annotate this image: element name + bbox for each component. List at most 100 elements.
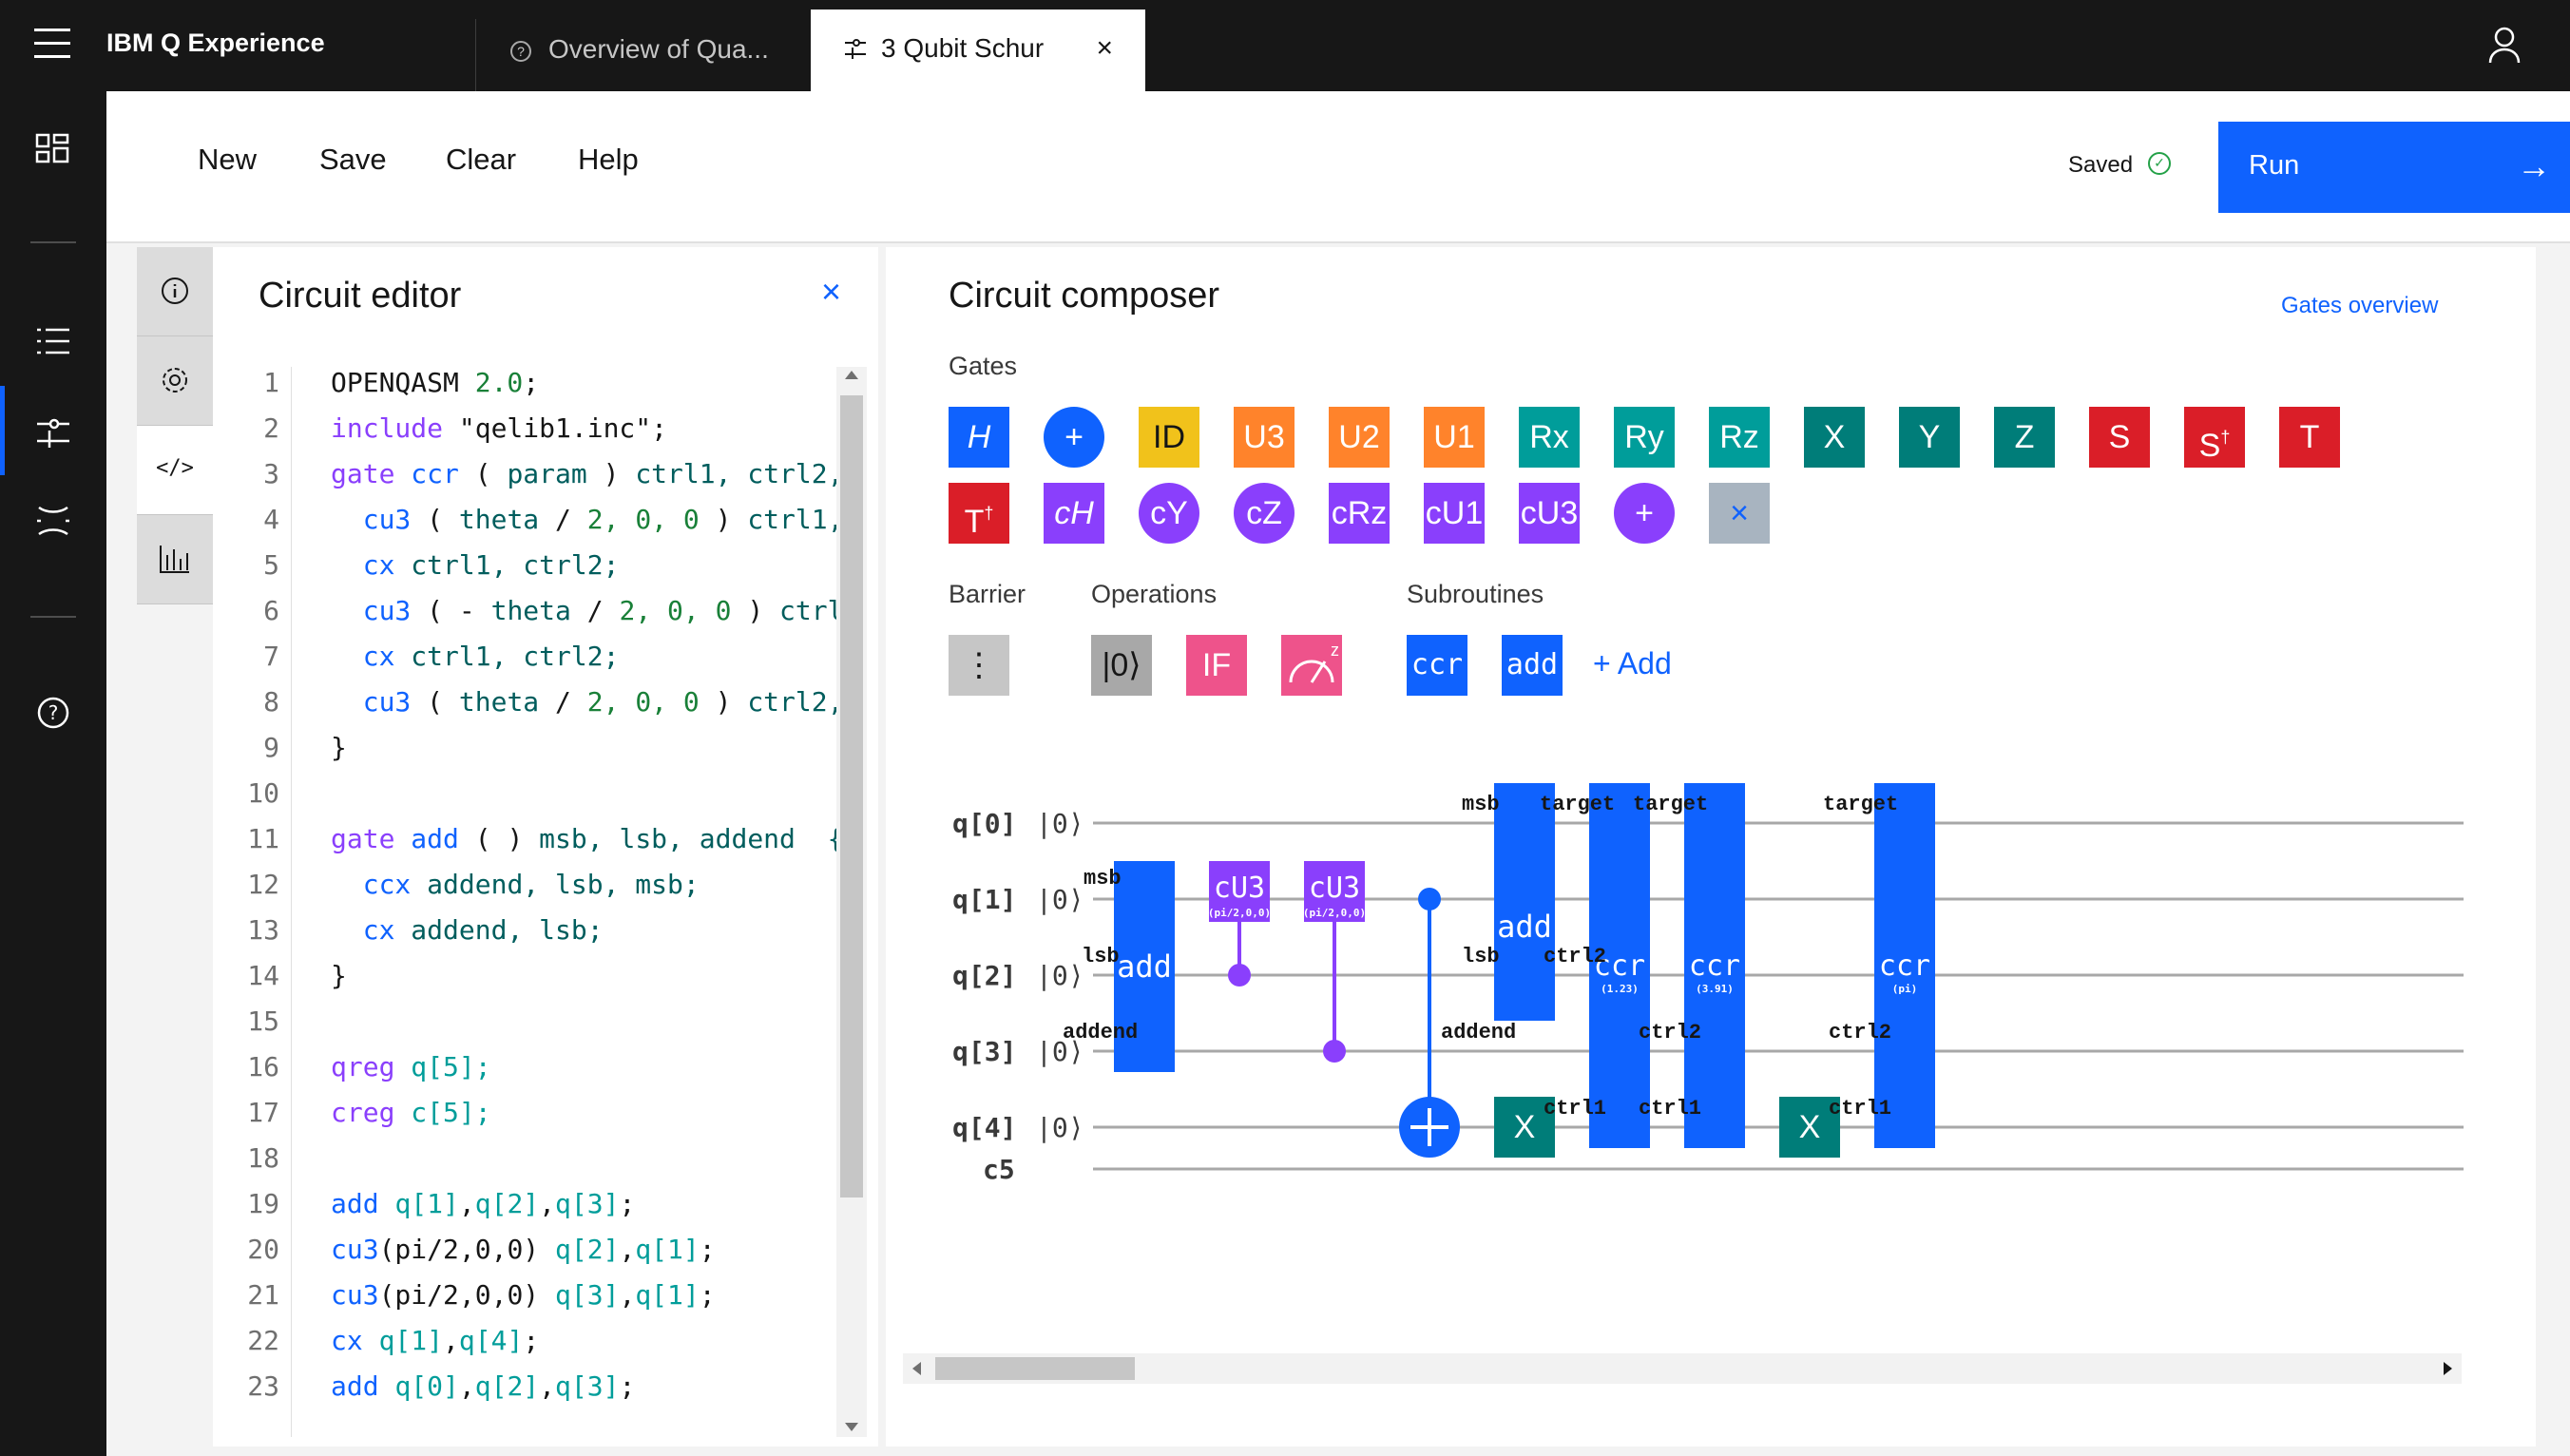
code-line[interactable]: 9} xyxy=(213,732,836,777)
reset-op[interactable]: |0⟩ xyxy=(1091,635,1152,696)
gate-x[interactable]: X xyxy=(1804,407,1865,468)
gates-overview-link[interactable]: Gates overview xyxy=(2281,293,2438,319)
scroll-up-icon[interactable] xyxy=(845,371,858,379)
code-line[interactable]: 8 cu3 ( theta / 2, 0, 0 ) ctrl2, xyxy=(213,686,836,732)
gate-swap[interactable]: × xyxy=(1709,483,1770,544)
measure-icon: z xyxy=(1289,641,1339,683)
code-line[interactable]: 7 cx ctrl1, ctrl2; xyxy=(213,641,836,686)
gate-+[interactable]: + xyxy=(1614,483,1675,544)
gate-crz[interactable]: cRz xyxy=(1329,483,1390,544)
gate-y[interactable]: Y xyxy=(1899,407,1960,468)
code-token: , xyxy=(619,1279,636,1311)
menu-icon[interactable] xyxy=(34,29,70,63)
gate-u3[interactable]: U3 xyxy=(1234,407,1295,468)
tab-overview[interactable]: ? Overview of Qua... xyxy=(475,19,810,91)
tab-3-qubit-schur[interactable]: 3 Qubit Schur × xyxy=(811,10,1145,91)
measure-op[interactable]: z xyxy=(1281,635,1342,696)
scroll-left-icon[interactable] xyxy=(912,1362,921,1375)
info-tool[interactable] xyxy=(137,247,213,336)
code-line[interactable]: 13 cx addend, lsb; xyxy=(213,914,836,960)
panel-title: Circuit editor xyxy=(259,276,462,316)
gate-h[interactable]: H xyxy=(949,407,1009,468)
new-button[interactable]: New xyxy=(198,143,257,177)
user-icon[interactable] xyxy=(2484,25,2524,65)
save-button[interactable]: Save xyxy=(319,143,387,177)
list-icon[interactable] xyxy=(0,327,106,355)
help-button[interactable]: Help xyxy=(578,143,639,177)
close-icon[interactable]: × xyxy=(1096,32,1113,65)
gate-+[interactable]: + xyxy=(1044,407,1104,468)
close-icon[interactable]: × xyxy=(821,272,841,312)
gate-z[interactable]: Z xyxy=(1994,407,2055,468)
line-number: 17 xyxy=(247,1097,279,1128)
circuit-icon[interactable] xyxy=(0,502,106,540)
gate-cu1[interactable]: cU1 xyxy=(1424,483,1485,544)
code-line[interactable]: 19 add q[1],q[2],q[3]; xyxy=(213,1188,836,1234)
gate-u1[interactable]: U1 xyxy=(1424,407,1485,468)
code-line[interactable]: 4 cu3 ( theta / 2, 0, 0 ) ctrl1, xyxy=(213,504,836,549)
horizontal-scrollbar[interactable] xyxy=(903,1353,2462,1384)
gate-t[interactable]: T xyxy=(2279,407,2340,468)
code-line[interactable]: 23 add q[0],q[2],q[3]; xyxy=(213,1370,836,1416)
gate-cz[interactable]: cZ xyxy=(1234,483,1295,544)
clear-button[interactable]: Clear xyxy=(446,143,516,177)
cu3-gate-label: cU3 xyxy=(1309,872,1360,905)
code-token: q[1] xyxy=(394,1188,459,1219)
code-line[interactable]: 14} xyxy=(213,960,836,1006)
help-icon[interactable]: ? xyxy=(0,696,106,730)
gate-s[interactable]: S† xyxy=(2184,407,2245,468)
gate-label: S xyxy=(2108,419,2131,455)
gate-label: cH xyxy=(1054,495,1094,531)
code-line[interactable]: 15 xyxy=(213,1006,836,1051)
scroll-right-icon[interactable] xyxy=(2444,1362,2452,1375)
gate-cy[interactable]: cY xyxy=(1139,483,1199,544)
if-op[interactable]: IF xyxy=(1186,635,1247,696)
gate-s[interactable]: S xyxy=(2089,407,2150,468)
code-token: addend, lsb, msb; xyxy=(427,869,700,900)
dashboard-icon[interactable] xyxy=(0,133,106,165)
code-line[interactable]: 2 include "qelib1.inc"; xyxy=(213,412,836,458)
chart-tool[interactable] xyxy=(137,515,213,604)
code-line[interactable]: 16 qreg q[5]; xyxy=(213,1051,836,1097)
subroutine-ccr[interactable]: ccr xyxy=(1407,635,1467,696)
code-line[interactable]: 11 gate add ( ) msb, lsb, addend { xyxy=(213,823,836,869)
gate-t[interactable]: T† xyxy=(949,483,1009,544)
code-line[interactable]: 22 cx q[1],q[4]; xyxy=(213,1325,836,1370)
subroutine-add[interactable]: add xyxy=(1502,635,1563,696)
gate-ry[interactable]: Ry xyxy=(1614,407,1675,468)
code-line[interactable]: 20 cu3(pi/2,0,0) q[2],q[1]; xyxy=(213,1234,836,1279)
gate-rx[interactable]: Rx xyxy=(1519,407,1580,468)
code-line[interactable]: 10 xyxy=(213,777,836,823)
code-line[interactable]: 1 OPENQASM 2.0; xyxy=(213,367,836,412)
add-subroutine-link[interactable]: + Add xyxy=(1593,646,1672,681)
gate-u2[interactable]: U2 xyxy=(1329,407,1390,468)
code-token: ccx xyxy=(331,869,428,900)
run-button[interactable]: Run → xyxy=(2218,122,2570,213)
vertical-scrollbar[interactable] xyxy=(836,367,867,1437)
code-token: ( - xyxy=(427,595,491,626)
code-tool[interactable]: </> xyxy=(137,426,213,515)
gate-cu3[interactable]: cU3 xyxy=(1519,483,1580,544)
barrier-gate[interactable]: ⋮ xyxy=(949,635,1009,696)
code-line[interactable]: 21 cu3(pi/2,0,0) q[3],q[1]; xyxy=(213,1279,836,1325)
code-line[interactable]: 6 cu3 ( - theta / 2, 0, 0 ) ctrl xyxy=(213,595,836,641)
line-content: include "qelib1.inc"; xyxy=(331,412,667,444)
code-line[interactable]: 5 cx ctrl1, ctrl2; xyxy=(213,549,836,595)
code-line[interactable]: 18 xyxy=(213,1142,836,1188)
code-area[interactable]: 1 OPENQASM 2.0; 2 include "qelib1.inc"; 3 gat… xyxy=(213,367,836,1437)
composer-icon[interactable] xyxy=(0,416,106,449)
scrollbar-thumb[interactable] xyxy=(935,1357,1135,1380)
gate-id[interactable]: ID xyxy=(1139,407,1199,468)
tab-label: Overview of Qua... xyxy=(548,34,769,64)
code-line[interactable]: 12 ccx addend, lsb, msb; xyxy=(213,869,836,914)
gate-rz[interactable]: Rz xyxy=(1709,407,1770,468)
measure-basis-label: z xyxy=(1331,641,1339,660)
scroll-down-icon[interactable] xyxy=(845,1423,858,1431)
code-line[interactable]: 17 creg c[5]; xyxy=(213,1097,836,1142)
circuit-canvas[interactable]: q[0] |0⟩q[1] |0⟩q[2] |0⟩q[3] |0⟩q[4] |0⟩c5add… xyxy=(886,760,2536,1293)
gate-ch[interactable]: cH xyxy=(1044,483,1104,544)
code-line[interactable]: 3 gate ccr ( param ) ctrl1, ctrl2, xyxy=(213,458,836,504)
scrollbar-thumb[interactable] xyxy=(840,395,863,1197)
gate-label: U1 xyxy=(1433,419,1475,455)
settings-tool[interactable] xyxy=(137,336,213,426)
